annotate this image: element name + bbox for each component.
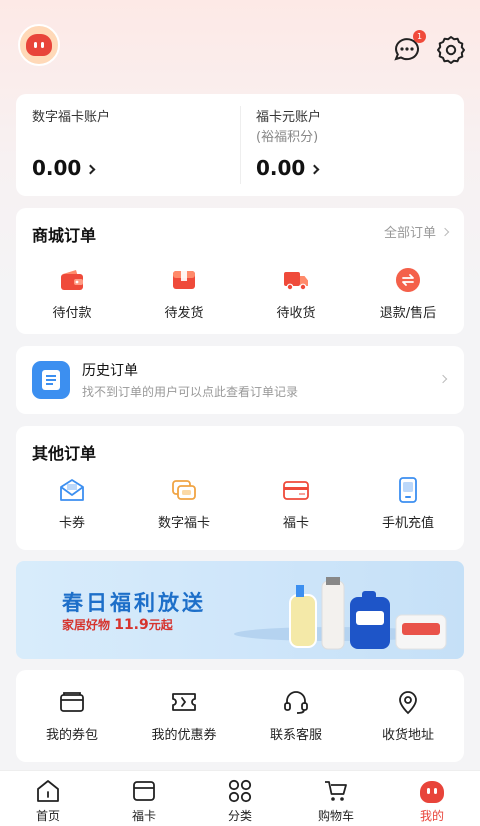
card-icon	[283, 481, 309, 500]
tab-label: 福卡	[131, 809, 156, 823]
my-wallet-button[interactable]: 我的券包	[16, 688, 128, 743]
tab-label: 我的	[419, 809, 444, 823]
tab-label: 首页	[35, 809, 60, 823]
section-title: 商城订单	[32, 226, 97, 245]
card-tab-icon	[133, 781, 155, 801]
my-coupons-button[interactable]: 我的优惠券	[128, 688, 240, 743]
tools-card: 我的券包 我的优惠券 联系客服 收货地址	[16, 670, 464, 762]
mall-orders-card: 商城订单 全部订单 待付款 待发货 待收货 退款/售后	[16, 208, 464, 334]
avatar-face-icon	[420, 781, 444, 803]
order-status-label: 待收货	[276, 306, 316, 321]
fuka-card-button[interactable]: 福卡	[240, 476, 352, 531]
envelope-icon	[60, 479, 84, 501]
order-status-label: 待发货	[164, 306, 204, 321]
home-icon	[37, 780, 59, 802]
ticket-icon	[172, 693, 196, 711]
history-title: 历史订单	[82, 363, 138, 379]
banner-subtitle-prefix: 家居好物	[62, 618, 111, 632]
other-order-label: 福卡	[282, 516, 309, 531]
box-icon	[173, 271, 195, 289]
other-order-label: 卡券	[58, 516, 85, 531]
other-order-label: 手机充值	[381, 516, 434, 531]
digital-card-account[interactable]: 数字福卡账户 0.00	[16, 94, 240, 196]
truck-icon	[284, 272, 308, 291]
other-orders-grid: 卡券 数字福卡 福卡 手机充值	[16, 476, 464, 531]
banner-subtitle-suffix: 元起	[148, 618, 173, 632]
account-amount: 0.00	[256, 156, 320, 180]
avatar-face-icon	[26, 34, 52, 56]
tool-label: 我的券包	[45, 728, 98, 743]
tab-fuka[interactable]: 福卡	[96, 771, 192, 826]
account-amount-value: 0.00	[256, 156, 306, 180]
shipping-address-button[interactable]: 收货地址	[352, 688, 464, 743]
mine-icon	[419, 778, 445, 804]
other-order-label: 数字福卡	[157, 516, 210, 531]
accounts-card: 数字福卡账户 0.00 福卡元账户 (裕福积分) 0.00	[16, 94, 464, 196]
bottom-tab-bar: 首页 福卡 分类 购物车 我的	[0, 770, 480, 826]
card-yuan-account[interactable]: 福卡元账户 (裕福积分) 0.00	[240, 94, 464, 196]
banner-subtitle: 家居好物 11.9元起	[62, 616, 173, 633]
section-title: 其他订单	[32, 444, 97, 463]
grid-icon	[228, 779, 252, 803]
tool-label: 收货地址	[381, 728, 434, 743]
tab-cart[interactable]: 购物车	[288, 771, 384, 826]
order-status-grid: 待付款 待发货 待收货 退款/售后	[16, 266, 464, 321]
tool-label: 联系客服	[269, 728, 322, 743]
all-orders-link[interactable]: 全部订单	[383, 222, 450, 241]
wallet-outline-icon	[60, 692, 84, 712]
account-amount-value: 0.00	[32, 156, 82, 180]
tools-grid: 我的券包 我的优惠券 联系客服 收货地址	[16, 688, 464, 743]
headset-icon	[284, 691, 308, 714]
digital-card-button[interactable]: 数字福卡	[128, 476, 240, 531]
tab-mine[interactable]: 我的	[384, 771, 480, 826]
pending-payment-button[interactable]: 待付款	[16, 266, 128, 321]
customer-service-button[interactable]: 联系客服	[240, 688, 352, 743]
tab-home[interactable]: 首页	[0, 771, 96, 826]
tab-label: 分类	[227, 809, 252, 823]
banner-title: 春日福利放送	[62, 591, 206, 615]
order-status-label: 退款/售后	[379, 306, 437, 321]
refund-button[interactable]: 退款/售后	[352, 266, 464, 321]
chevron-right-icon	[309, 164, 320, 174]
wallet-icon	[61, 270, 83, 290]
phone-recharge-button[interactable]: 手机充值	[352, 476, 464, 531]
document-icon	[32, 361, 70, 399]
tool-label: 我的优惠券	[151, 728, 217, 743]
top-bar: 1	[18, 24, 466, 70]
order-status-label: 待付款	[52, 306, 92, 321]
other-orders-card: 其他订单 卡券 数字福卡 福卡 手机充值	[16, 426, 464, 550]
history-orders-card[interactable]: 历史订单 找不到订单的用户可以点此查看订单记录	[16, 346, 464, 414]
history-subtitle: 找不到订单的用户可以点此查看订单记录	[82, 385, 299, 399]
refund-icon	[396, 268, 420, 292]
cart-icon	[325, 781, 347, 801]
banner-price: 11.9	[114, 617, 149, 633]
all-orders-label: 全部订单	[383, 226, 436, 241]
message-badge: 1	[413, 30, 426, 43]
chevron-right-icon	[85, 164, 96, 174]
cards-icon	[172, 480, 196, 500]
coupon-card-button[interactable]: 卡券	[16, 476, 128, 531]
chevron-right-icon	[438, 374, 448, 384]
promo-banner[interactable]: 春日福利放送 家居好物 11.9元起	[16, 561, 464, 659]
location-icon	[399, 691, 417, 715]
account-amount: 0.00	[32, 156, 96, 180]
pending-shipment-button[interactable]: 待发货	[128, 266, 240, 321]
phone-icon	[399, 477, 417, 503]
gear-icon[interactable]	[436, 34, 466, 64]
account-subtitle: (裕福积分)	[256, 130, 319, 145]
tab-category[interactable]: 分类	[192, 771, 288, 826]
chevron-right-icon	[440, 227, 450, 236]
pending-receipt-button[interactable]: 待收货	[240, 266, 352, 321]
tab-label: 购物车	[317, 809, 354, 823]
account-title: 数字福卡账户	[32, 110, 111, 125]
avatar[interactable]	[18, 24, 60, 66]
products-illustration	[289, 577, 447, 650]
account-title: 福卡元账户	[256, 110, 322, 125]
